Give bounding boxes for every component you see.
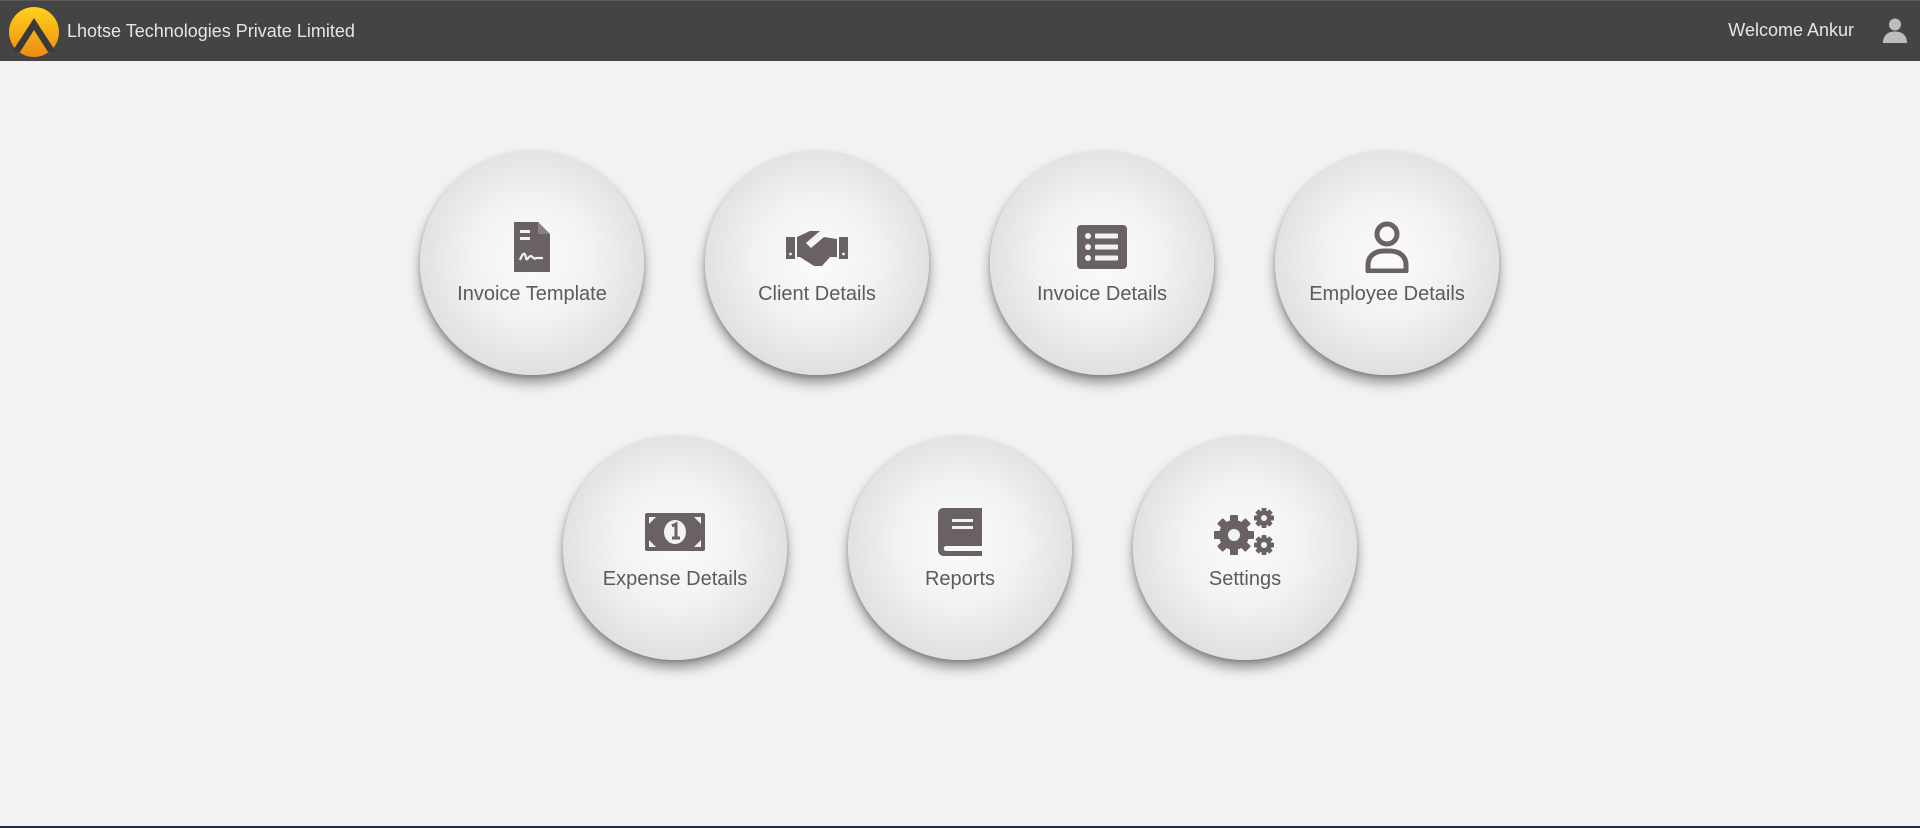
tile-reports[interactable]: Reports [848, 436, 1072, 660]
book-icon [928, 506, 992, 558]
tile-label: Expense Details [602, 568, 748, 590]
tile-label: Reports [924, 568, 996, 590]
tile-label: Invoice Details [1036, 283, 1168, 305]
list-icon [1070, 221, 1134, 273]
tile-label: Employee Details [1309, 283, 1465, 305]
tile-client-details[interactable]: Client Details [705, 151, 929, 375]
tile-employee-details[interactable]: Employee Details [1275, 151, 1499, 375]
gears-icon [1213, 506, 1277, 558]
tile-invoice-details[interactable]: Invoice Details [990, 151, 1214, 375]
tile-label: Invoice Template [457, 283, 607, 305]
user-icon[interactable] [1882, 17, 1908, 43]
user-outline-icon [1355, 221, 1419, 273]
company-name: Lhotse Technologies Private Limited [67, 21, 355, 41]
tile-label: Client Details [758, 283, 876, 305]
tile-invoice-template[interactable]: Invoice Template [420, 151, 644, 375]
tile-settings[interactable]: Settings [1133, 436, 1357, 660]
money-bill-icon [643, 506, 707, 558]
top-bar: Lhotse Technologies Private Limited Welc… [0, 0, 1920, 61]
tile-expense-details[interactable]: Expense Details [563, 436, 787, 660]
signed-document-icon [500, 221, 564, 273]
welcome-text: Welcome Ankur [1728, 20, 1854, 40]
handshake-icon [785, 221, 849, 273]
company-logo-icon[interactable] [8, 6, 60, 58]
tile-label: Settings [1208, 568, 1282, 590]
